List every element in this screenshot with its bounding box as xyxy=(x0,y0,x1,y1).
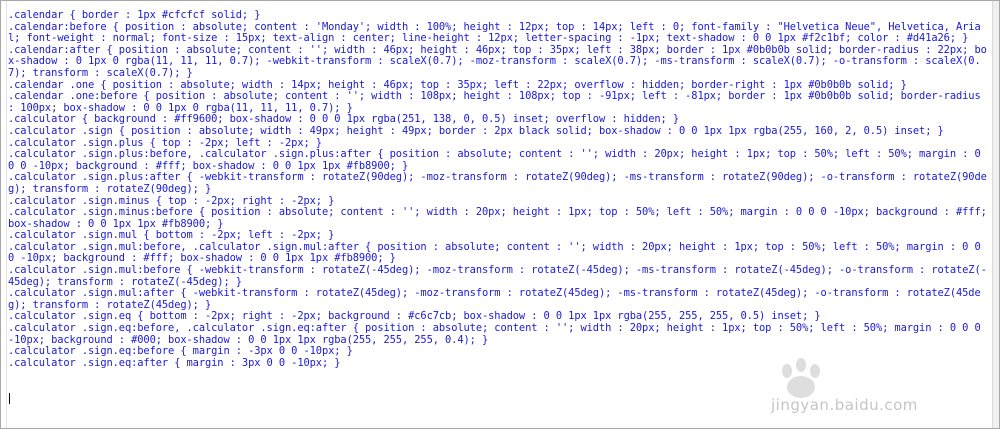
code-line[interactable]: .calculator .sign.plus:before, .calculat… xyxy=(8,148,988,172)
editor-gutter xyxy=(1,1,7,428)
code-line[interactable]: .calendar { border : 1px #cfcfcf solid; … xyxy=(8,9,988,22)
code-line[interactable]: .calculator .sign.mul:before { -webkit-t… xyxy=(8,264,988,288)
vertical-scrollbar[interactable] xyxy=(992,1,999,428)
code-line[interactable]: .calculator .sign { position : absolute;… xyxy=(8,125,988,138)
code-line[interactable]: .calendar:before { position : absolute; … xyxy=(8,21,988,45)
code-line[interactable]: .calculator .sign.minus:before { positio… xyxy=(8,206,988,230)
code-line[interactable]: .calculator .sign.mul:after { -webkit-tr… xyxy=(8,287,988,311)
code-editor[interactable]: .calendar { border : 1px #cfcfcf solid; … xyxy=(8,9,988,370)
text-editor-window: .calendar { border : 1px #cfcfcf solid; … xyxy=(0,0,1000,429)
code-line[interactable]: .calculator .sign.plus:after { -webkit-t… xyxy=(8,171,988,195)
text-caret xyxy=(9,393,10,404)
watermark-url: jingyan.baidu.com xyxy=(771,396,918,414)
code-line[interactable]: .calculator .sign.mul:before, .calculato… xyxy=(8,241,988,265)
code-line[interactable]: .calculator .sign.eq:after { margin : 3p… xyxy=(8,357,988,370)
code-line[interactable]: .calculator .sign.eq:before, .calculator… xyxy=(8,322,988,346)
code-line[interactable]: .calendar:after { position : absolute; c… xyxy=(8,44,988,80)
code-line[interactable]: .calendar .one:before { position : absol… xyxy=(8,90,988,114)
